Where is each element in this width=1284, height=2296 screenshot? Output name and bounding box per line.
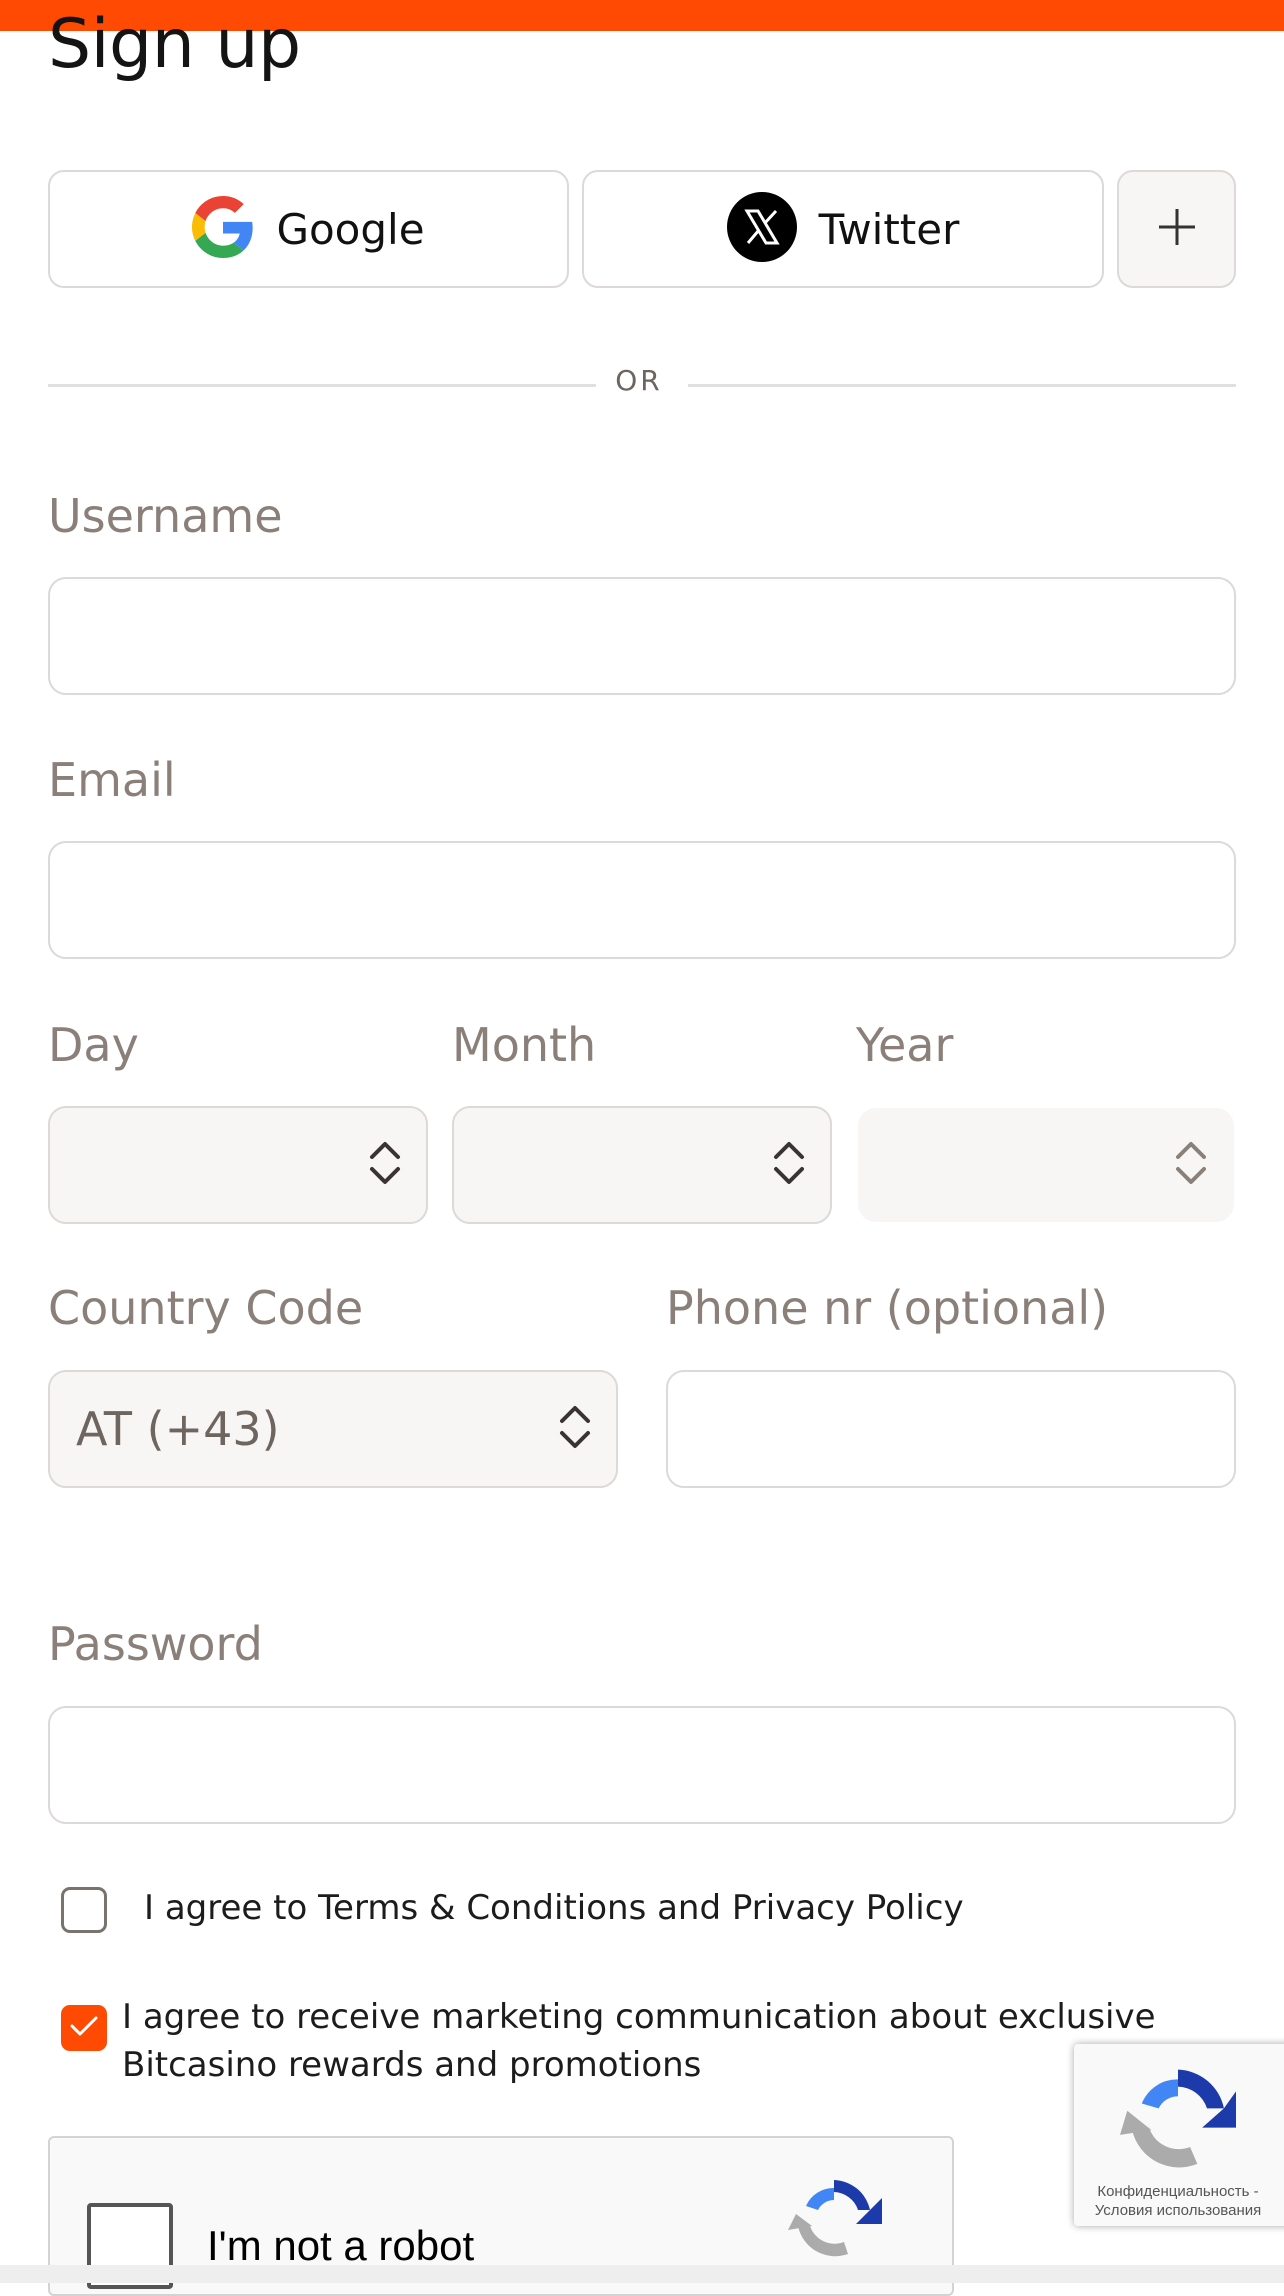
username-label: Username — [48, 489, 283, 543]
recaptcha-privacy-link[interactable]: Конфиденциальность - — [1078, 2182, 1278, 2201]
twitter-label: Twitter — [818, 204, 960, 254]
username-input[interactable] — [48, 577, 1236, 695]
marketing-text-line2: Bitcasino rewards and promotions — [122, 2045, 702, 2085]
country-code-select[interactable]: AT (+43) — [48, 1370, 618, 1488]
select-chevrons-icon — [1174, 1135, 1208, 1195]
year-select[interactable] — [858, 1108, 1234, 1222]
day-select[interactable] — [48, 1106, 428, 1224]
phone-label: Phone nr (optional) — [666, 1281, 1109, 1335]
terms-checkbox[interactable] — [61, 1887, 107, 1933]
recaptcha-logo-icon — [786, 2170, 882, 2270]
terms-text: I agree to Terms & Conditions and Privac… — [144, 1888, 964, 1928]
email-input[interactable] — [48, 841, 1236, 959]
recaptcha-badge-logo-icon — [1120, 2060, 1236, 2180]
select-chevrons-icon — [558, 1399, 592, 1459]
divider-line-right — [688, 384, 1236, 387]
month-select[interactable] — [452, 1106, 832, 1224]
x-twitter-icon — [726, 192, 797, 266]
divider-line-left — [48, 384, 596, 387]
recaptcha-terms-link[interactable]: Условия использования — [1078, 2201, 1278, 2220]
country-code-label: Country Code — [48, 1281, 364, 1335]
password-label: Password — [48, 1617, 263, 1671]
twitter-signup-button[interactable]: Twitter — [582, 170, 1104, 288]
page-title: Sign up — [48, 5, 301, 84]
google-label: Google — [276, 204, 425, 254]
more-providers-button[interactable] — [1117, 170, 1236, 288]
day-label: Day — [48, 1018, 139, 1072]
bottom-edge-shade — [0, 2265, 1284, 2283]
checkmark-icon — [69, 2014, 99, 2042]
marketing-text-line1: I agree to receive marketing communicati… — [122, 1997, 1156, 2037]
select-chevrons-icon — [772, 1135, 806, 1195]
month-label: Month — [452, 1018, 597, 1072]
select-chevrons-icon — [368, 1135, 402, 1195]
marketing-checkbox[interactable] — [61, 2005, 107, 2051]
phone-input[interactable] — [666, 1370, 1236, 1488]
divider-or: OR — [615, 364, 663, 397]
recaptcha-badge-links[interactable]: Конфиденциальность - Условия использован… — [1078, 2182, 1278, 2220]
google-signup-button[interactable]: Google — [48, 170, 569, 288]
country-code-value: AT (+43) — [76, 1402, 280, 1456]
year-label: Year — [856, 1018, 954, 1072]
recaptcha-label: I'm not a robot — [207, 2222, 475, 2269]
google-icon — [192, 196, 254, 262]
email-label: Email — [48, 753, 176, 807]
plus-icon — [1157, 207, 1197, 251]
password-input[interactable] — [48, 1706, 1236, 1824]
